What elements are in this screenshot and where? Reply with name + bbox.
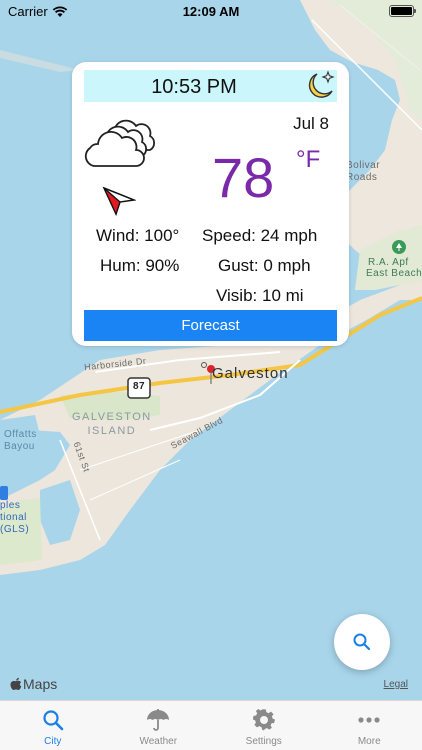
map-label-offatts: Offatts Bayou bbox=[4, 429, 37, 452]
tab-bar: City Weather Settings More bbox=[0, 700, 422, 750]
visibility: Visib: 10 mi bbox=[216, 286, 304, 305]
wind-arrow-icon bbox=[102, 186, 136, 216]
search-icon bbox=[43, 710, 64, 731]
wind-speed: Speed: 24 mph bbox=[202, 226, 318, 245]
tab-weather[interactable]: Weather bbox=[106, 701, 212, 750]
map-label-bolivar-roads: Bolivar Roads bbox=[346, 160, 381, 183]
wind-direction: Wind: 100° bbox=[96, 226, 180, 245]
forecast-button[interactable]: Forecast bbox=[84, 310, 337, 341]
observation-date: Jul 8 bbox=[293, 114, 329, 133]
humidity: Hum: 90% bbox=[100, 256, 180, 275]
map-label-airport: ples tional (GLS) bbox=[0, 500, 30, 535]
tab-label: Settings bbox=[245, 736, 282, 747]
temperature-value: 78 bbox=[212, 146, 275, 209]
umbrella-icon bbox=[147, 709, 170, 731]
tab-more[interactable]: More bbox=[317, 701, 422, 750]
map-label-east-beach: East Beach bbox=[366, 268, 422, 279]
status-time: 12:09 AM bbox=[182, 4, 240, 19]
more-icon bbox=[358, 717, 380, 723]
observation-time: 10:53 PM bbox=[151, 76, 237, 98]
time-bar: 10:53 PM bbox=[84, 70, 337, 102]
tab-label: More bbox=[357, 736, 381, 747]
moon-stars-icon bbox=[308, 70, 335, 98]
highway-shield: 87 bbox=[132, 381, 146, 392]
search-icon bbox=[353, 633, 371, 651]
apple-logo-icon bbox=[10, 677, 22, 691]
maps-attribution: Maps bbox=[10, 676, 57, 692]
tab-settings[interactable]: Settings bbox=[211, 701, 317, 750]
cloudy-icon bbox=[84, 119, 156, 167]
map-label-galveston-island: GALVESTON ISLAND bbox=[72, 411, 152, 437]
temperature-unit: °F bbox=[296, 146, 321, 173]
map-label-ra-apffel: R.A. Apf bbox=[368, 257, 409, 268]
tab-label: City bbox=[44, 736, 62, 747]
map-label-galveston: Galveston bbox=[212, 365, 289, 382]
tab-label: Weather bbox=[139, 736, 178, 747]
map-search-button[interactable] bbox=[334, 614, 390, 670]
park-icon bbox=[392, 240, 406, 257]
wind-gust: Gust: 0 mph bbox=[218, 256, 311, 275]
battery-icon bbox=[389, 5, 416, 17]
legal-link[interactable]: Legal bbox=[384, 679, 408, 690]
gear-icon bbox=[252, 709, 275, 731]
weather-card: 10:53 PM Jul 8 78 °F Wind: 100° Hum: 90%… bbox=[72, 62, 349, 346]
tab-city[interactable]: City bbox=[0, 701, 106, 750]
status-bar: Carrier 12:09 AM bbox=[0, 0, 422, 22]
maps-label: Maps bbox=[23, 676, 58, 692]
